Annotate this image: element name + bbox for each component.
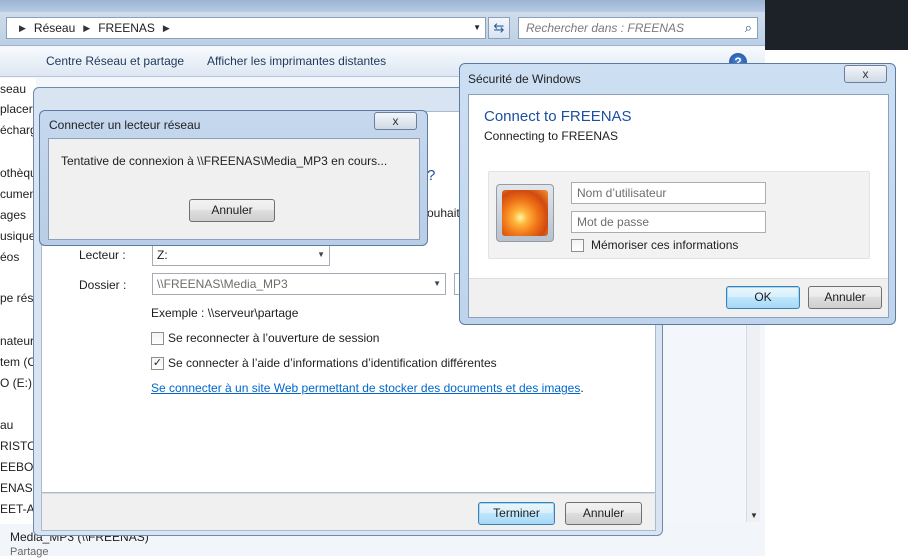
security-cancel-button[interactable]: Annuler bbox=[808, 286, 882, 309]
drive-label: Lecteur : bbox=[79, 248, 126, 262]
wizard-cancel-button[interactable]: Annuler bbox=[565, 502, 642, 525]
sidebar-item[interactable]: EET-A bbox=[0, 502, 35, 516]
sidebar-item[interactable]: O (E:) bbox=[0, 376, 32, 390]
folder-combobox[interactable]: \\FREENAS\Media_MP3 ▼ bbox=[152, 273, 446, 295]
search-input[interactable]: Rechercher dans : FREENAS ⌕ bbox=[518, 17, 758, 39]
scroll-down-icon[interactable]: ▼ bbox=[750, 511, 758, 520]
search-placeholder: Rechercher dans : FREENAS bbox=[526, 21, 685, 35]
user-avatar-icon bbox=[496, 184, 554, 242]
drive-select[interactable]: Z: ▼ bbox=[152, 244, 330, 266]
connecting-dialog-title: Connecter un lecteur réseau bbox=[49, 118, 201, 132]
folder-value: \\FREENAS\Media_MP3 bbox=[157, 277, 288, 291]
breadcrumb-chevron-icon[interactable]: ▶ bbox=[83, 23, 90, 34]
connecting-cancel-button[interactable]: Annuler bbox=[189, 199, 275, 222]
connecting-dialog-body: Tentative de connexion à \\FREENAS\Media… bbox=[48, 138, 420, 240]
drive-select-value: Z: bbox=[157, 248, 168, 262]
search-icon[interactable]: ⌕ bbox=[745, 18, 752, 38]
address-bar[interactable]: ▶ Réseau ▶ FREENAS ▶ ▼ bbox=[6, 17, 486, 39]
folder-label: Dossier : bbox=[79, 278, 127, 292]
different-credentials-label[interactable]: Se connecter à l’aide d’informations d’i… bbox=[168, 356, 497, 370]
connecting-message: Tentative de connexion à \\FREENAS\Media… bbox=[61, 154, 388, 168]
sidebar-item[interactable]: tem (C bbox=[0, 355, 36, 369]
sidebar-item[interactable]: EEBOX bbox=[0, 460, 36, 474]
details-item-type: Partage bbox=[10, 546, 49, 558]
security-heading: Connect to FREENAS bbox=[484, 108, 632, 125]
breadcrumb-root-chevron-icon[interactable]: ▶ bbox=[19, 23, 26, 34]
wizard-footer: Terminer Annuler bbox=[41, 493, 656, 531]
remember-credentials-label[interactable]: Mémoriser ces informations bbox=[591, 238, 738, 252]
navigation-pane: seau placer écharg othèqu cumen ages usi… bbox=[0, 78, 36, 556]
different-credentials-checkbox[interactable]: ✓ bbox=[151, 357, 164, 370]
reconnect-checkbox[interactable] bbox=[151, 332, 164, 345]
windows-security-dialog: Sécurité de Windows x Connect to FREENAS… bbox=[459, 63, 896, 325]
sidebar-item[interactable]: cumen bbox=[0, 187, 36, 201]
breadcrumb-network[interactable]: Réseau bbox=[34, 21, 75, 35]
sidebar-item[interactable]: éos bbox=[0, 250, 19, 264]
sidebar-item[interactable]: au bbox=[0, 418, 13, 432]
network-center-button[interactable]: Centre Réseau et partage bbox=[46, 54, 184, 68]
sidebar-item[interactable]: pe rés bbox=[0, 291, 33, 305]
security-dialog-content: Connect to FREENAS Connecting to FREENAS… bbox=[468, 94, 889, 318]
sidebar-item[interactable]: nateur bbox=[0, 334, 34, 348]
desktop-dark-area bbox=[765, 0, 908, 50]
flower-picture bbox=[502, 190, 548, 236]
example-text: Exemple : \\serveur\partage bbox=[151, 306, 299, 320]
finish-button[interactable]: Terminer bbox=[478, 502, 555, 525]
username-input[interactable]: Nom d’utilisateur bbox=[571, 182, 766, 204]
security-subheading: Connecting to FREENAS bbox=[484, 129, 619, 143]
security-dialog-title: Sécurité de Windows bbox=[468, 72, 581, 86]
breadcrumb-chevron-icon[interactable]: ▶ bbox=[163, 23, 170, 34]
ok-button[interactable]: OK bbox=[726, 286, 800, 309]
sidebar-item[interactable]: othèqu bbox=[0, 166, 36, 180]
connecting-dialog: Connecter un lecteur réseau x Tentative … bbox=[39, 110, 428, 246]
sidebar-item[interactable]: usique bbox=[0, 229, 35, 243]
credential-tile[interactable]: Nom d’utilisateur Mot de passe Mémoriser… bbox=[488, 171, 870, 259]
dropdown-arrow-icon[interactable]: ▼ bbox=[317, 245, 325, 265]
password-placeholder: Mot de passe bbox=[577, 215, 650, 229]
close-icon[interactable]: x bbox=[374, 112, 417, 130]
link-period: . bbox=[580, 381, 584, 395]
explorer-titlebar bbox=[0, 0, 765, 12]
address-bar-row: ▶ Réseau ▶ FREENAS ▶ ▼ ⇆ Rechercher dans… bbox=[0, 12, 765, 46]
remote-printers-button[interactable]: Afficher les imprimantes distantes bbox=[207, 54, 386, 68]
password-input[interactable]: Mot de passe bbox=[571, 211, 766, 233]
address-dropdown-icon[interactable]: ▼ bbox=[473, 23, 481, 32]
refresh-icon[interactable]: ⇆ bbox=[488, 17, 510, 39]
sidebar-item[interactable]: écharg bbox=[0, 123, 36, 137]
dropdown-arrow-icon[interactable]: ▼ bbox=[433, 274, 441, 294]
web-storage-link[interactable]: Se connecter à un site Web permettant de… bbox=[151, 381, 584, 395]
username-placeholder: Nom d’utilisateur bbox=[577, 186, 667, 200]
sidebar-item[interactable]: placer bbox=[0, 102, 33, 116]
close-icon[interactable]: x bbox=[844, 65, 887, 83]
breadcrumb-freenas[interactable]: FREENAS bbox=[98, 21, 155, 35]
web-storage-link-text[interactable]: Se connecter à un site Web permettant de… bbox=[151, 381, 580, 395]
security-credential-area: Connect to FREENAS Connecting to FREENAS… bbox=[469, 95, 888, 279]
wizard-heading-fragment: ? bbox=[427, 167, 436, 184]
sidebar-item[interactable]: ENAS bbox=[0, 481, 33, 495]
sidebar-item[interactable]: seau bbox=[0, 82, 26, 96]
reconnect-label[interactable]: Se reconnecter à l’ouverture de session bbox=[168, 331, 379, 345]
remember-credentials-checkbox[interactable] bbox=[571, 239, 584, 252]
sidebar-item[interactable]: ages bbox=[0, 208, 26, 222]
sidebar-item[interactable]: RISTO bbox=[0, 439, 36, 453]
